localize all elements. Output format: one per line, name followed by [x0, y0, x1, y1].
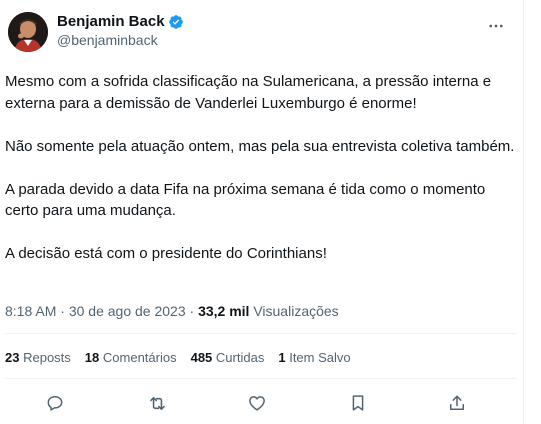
retweet-icon[interactable] — [142, 388, 172, 418]
tweet-text: Mesmo com a sofrida classificação na Sul… — [5, 71, 517, 286]
tweet-stats: 23 Reposts 18 Comentários 485 Curtidas 1… — [5, 349, 351, 367]
views-count: 33,2 mil — [198, 303, 250, 319]
likes-label: Curtidas — [215, 350, 265, 365]
scrollbar[interactable] — [524, 0, 541, 424]
comments-label: Comentários — [102, 350, 177, 365]
comments-count: 18 — [84, 350, 100, 365]
verified-badge-icon — [168, 14, 184, 30]
tweet-detail: Benjamin Back @benjaminback Mesmo com a … — [0, 0, 524, 424]
author-handle[interactable]: @benjaminback — [57, 31, 184, 49]
avatar[interactable] — [8, 12, 48, 52]
author-block: Benjamin Back @benjaminback — [57, 13, 184, 49]
views-label: Visualizações — [253, 303, 339, 319]
meta-separator: · — [189, 303, 195, 319]
meta-separator: · — [60, 303, 65, 319]
tweet-paragraph: A decisão está com o presidente do Corin… — [5, 245, 327, 262]
tweet-date[interactable]: 30 de ago de 2023 — [69, 303, 186, 319]
bookmarks-count: 1 — [278, 350, 286, 365]
divider — [5, 378, 517, 379]
reply-icon[interactable] — [40, 388, 70, 418]
more-horizontal-icon[interactable] — [484, 16, 508, 36]
bookmarks-label: Item Salvo — [289, 350, 351, 365]
reposts-label: Reposts — [23, 350, 71, 365]
bookmark-icon[interactable] — [343, 388, 373, 418]
tweet-paragraph: A parada devido a data Fifa na próxima s… — [5, 180, 486, 220]
tweet-meta: 8:18 AM · 30 de ago de 2023 · 33,2 mil V… — [5, 302, 339, 320]
tweet-header: Benjamin Back @benjaminback — [8, 10, 516, 58]
tweet-actions — [30, 388, 486, 418]
reposts-stat[interactable]: 23 Reposts — [5, 349, 71, 367]
comments-stat[interactable]: 18 Comentários — [85, 349, 177, 367]
tweet-time[interactable]: 8:18 AM — [5, 303, 56, 319]
likes-count: 485 — [190, 350, 213, 365]
heart-icon[interactable] — [242, 388, 272, 418]
divider — [5, 333, 517, 334]
bookmarks-stat[interactable]: 1 Item Salvo — [278, 349, 350, 367]
avatar-image — [8, 12, 48, 52]
tweet-paragraph: Não somente pela atuação ontem, mas pela… — [5, 137, 515, 155]
share-icon[interactable] — [442, 388, 472, 418]
likes-stat[interactable]: 485 Curtidas — [191, 349, 265, 367]
reposts-count: 23 — [5, 350, 20, 365]
author-name[interactable]: Benjamin Back — [57, 13, 165, 31]
tweet-paragraph: Mesmo com a sofrida classificação na Sul… — [5, 73, 492, 112]
